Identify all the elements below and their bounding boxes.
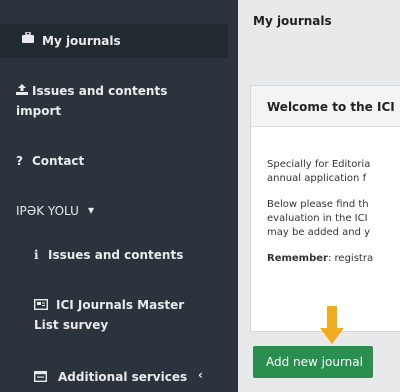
button-label: Add new journal	[266, 355, 363, 369]
remember-text: : registra	[327, 253, 374, 264]
panel-text-line: may be added and y	[267, 227, 371, 238]
panel-header: Welcome to the ICI	[251, 86, 400, 127]
sidebar-item-label-cont: List survey	[34, 318, 109, 332]
sidebar-item-my-journals[interactable]: My journals	[0, 24, 228, 58]
window-icon	[34, 371, 47, 382]
add-new-journal-button[interactable]: Add new journal	[253, 346, 373, 378]
sidebar-item-additional-services[interactable]: Additional services ‹	[0, 366, 228, 388]
panel-text-line: Specially for Editoria	[267, 159, 371, 170]
panel-text-line: Remember: registra	[267, 252, 373, 266]
sidebar-item-label: Issues and contents	[48, 248, 184, 262]
panel-title: Welcome to the ICI	[267, 100, 395, 114]
panel-text-line: Below please find th	[267, 199, 369, 210]
info-icon: i	[34, 248, 39, 262]
section-label: IPƏK YOLU	[16, 204, 79, 218]
remember-label: Remember	[267, 253, 328, 264]
sidebar-item-label-cont: import	[16, 104, 62, 118]
sidebar-item-master-list-survey[interactable]: ICI Journals Master List survey	[0, 294, 228, 334]
sidebar-item-label: ICI Journals Master	[56, 298, 185, 312]
panel-text-line: annual application f	[267, 173, 367, 184]
sidebar-item-issues-import[interactable]: Issues and contents import	[0, 80, 228, 120]
main-content: My journals Welcome to the ICI Specially…	[238, 0, 400, 392]
sidebar-item-label: Additional services	[58, 370, 188, 384]
question-icon: ?	[16, 154, 23, 168]
sidebar-item-label: Issues and contents	[32, 84, 168, 98]
sidebar-item-contact[interactable]: ? Contact	[0, 150, 228, 172]
arrow-down-icon	[320, 306, 344, 344]
welcome-panel: Welcome to the ICI Specially for Editori…	[250, 85, 400, 332]
page-title: My journals	[253, 14, 332, 28]
import-icon	[16, 84, 28, 95]
sidebar-section-ipek-yolu[interactable]: IPƏK YOLU ▾	[0, 200, 228, 222]
sidebar-item-label: Contact	[32, 154, 85, 168]
panel-text-line: evaluation in the ICI	[267, 213, 368, 224]
sidebar: My journals Issues and contents import ?…	[0, 0, 238, 392]
briefcase-icon	[22, 32, 34, 43]
sidebar-item-issues-contents[interactable]: i Issues and contents	[0, 244, 228, 266]
caret-down-icon: ▾	[88, 203, 95, 217]
chevron-left-icon[interactable]: ‹	[198, 368, 203, 382]
id-card-icon	[34, 299, 48, 310]
sidebar-item-label: My journals	[42, 34, 121, 48]
